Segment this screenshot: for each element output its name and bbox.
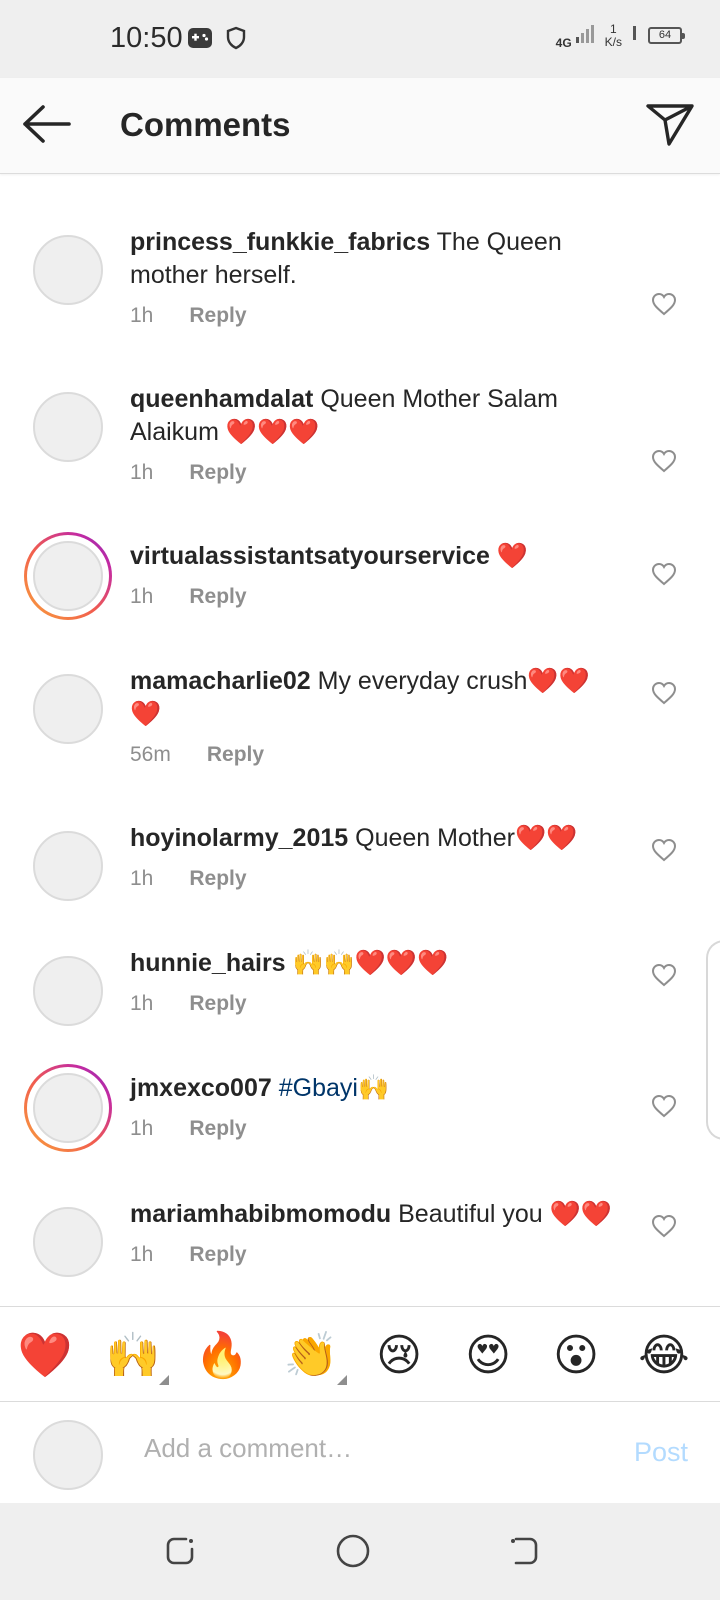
emoji-quick-bar: ❤️ 🙌 🔥 👏 😢 😍 😮 😂: [0, 1306, 720, 1402]
home-circle-icon: [335, 1533, 371, 1574]
comment-text: 🙌: [357, 1074, 390, 1102]
back-nav-icon: [508, 1535, 540, 1572]
emoji-fire[interactable]: 🔥: [192, 1327, 252, 1385]
emoji-raising-hands[interactable]: 🙌: [103, 1327, 169, 1385]
comment-text: Beautiful you ❤️❤️: [398, 1200, 612, 1228]
recents-icon: [164, 1535, 196, 1572]
emoji-laughing[interactable]: 😂: [634, 1327, 694, 1385]
comment-username[interactable]: queenhamdalat: [130, 385, 313, 413]
heart-outline-icon: [651, 838, 677, 867]
heart-outline-icon: [651, 292, 677, 321]
comment-username[interactable]: hoyinolarmy_2015: [130, 824, 348, 852]
signal-icon: [575, 22, 595, 49]
avatar[interactable]: [24, 1198, 112, 1286]
heart-outline-icon: [651, 1094, 677, 1123]
own-avatar: [24, 1411, 112, 1499]
comment-time: 1h: [130, 304, 154, 327]
network-speed: 1 K/s: [604, 21, 622, 49]
game-controller-icon: [187, 26, 213, 55]
avatar[interactable]: [24, 822, 112, 910]
status-bar: 10:50 4G 1 K/s 64: [0, 0, 720, 78]
comment-hashtag[interactable]: #Gbayi: [279, 1074, 358, 1102]
wifi-calling-icon: [632, 24, 638, 47]
network-indicator: 4G: [556, 22, 595, 49]
page-title: Comments: [120, 106, 291, 143]
comment-time: 1h: [130, 867, 154, 890]
like-button[interactable]: [646, 558, 682, 594]
like-button[interactable]: [646, 1090, 682, 1126]
avatar[interactable]: [24, 226, 112, 314]
status-time: 10:50: [110, 22, 183, 54]
home-button[interactable]: [331, 1531, 375, 1575]
avatar[interactable]: [24, 383, 112, 471]
heart-outline-icon: [651, 562, 677, 591]
like-button[interactable]: [646, 445, 682, 481]
emoji-crying[interactable]: 😢: [369, 1327, 429, 1385]
like-button[interactable]: [646, 959, 682, 995]
heart-outline-icon: [651, 963, 677, 992]
skin-tone-indicator-icon: [337, 1375, 347, 1385]
heart-outline-icon: [651, 1214, 677, 1243]
skin-tone-indicator-icon: [159, 1375, 169, 1385]
comment-username[interactable]: mariamhabibmomodu: [130, 1200, 391, 1228]
reply-button[interactable]: Reply: [189, 1117, 246, 1141]
emoji-surprised[interactable]: 😮: [546, 1327, 606, 1385]
shield-icon: [225, 26, 247, 55]
avatar[interactable]: [24, 947, 112, 1035]
avatar-story-ring[interactable]: [24, 1064, 112, 1152]
comment-username[interactable]: virtualassistantsatyourservice: [130, 542, 490, 570]
header: Comments: [0, 78, 720, 174]
comments-list[interactable]: princess_funkkie_fabrics The Queen mothe…: [0, 176, 720, 1306]
avatar[interactable]: [24, 665, 112, 753]
like-button[interactable]: [646, 834, 682, 870]
avatar-story-ring[interactable]: [24, 532, 112, 620]
comment-composer: Post: [0, 1403, 720, 1503]
reply-button[interactable]: Reply: [189, 461, 246, 485]
emoji-heart[interactable]: ❤️: [15, 1327, 75, 1385]
reply-button[interactable]: Reply: [189, 304, 246, 328]
reply-button[interactable]: Reply: [207, 743, 264, 767]
arrow-left-icon: [21, 104, 71, 149]
comment-input[interactable]: [144, 1433, 584, 1464]
emoji-clapping[interactable]: 👏: [281, 1327, 347, 1385]
emoji-heart-eyes[interactable]: 😍: [458, 1327, 518, 1385]
battery-icon: 64: [648, 27, 685, 44]
reply-button[interactable]: Reply: [189, 992, 246, 1016]
comment-username[interactable]: hunnie_hairs: [130, 949, 286, 977]
comment-time: 1h: [130, 1243, 154, 1266]
reply-button[interactable]: Reply: [189, 585, 246, 609]
share-button[interactable]: [644, 100, 696, 152]
comment-time: 1h: [130, 461, 154, 484]
comment-time: 1h: [130, 1117, 154, 1140]
like-button[interactable]: [646, 677, 682, 713]
reply-button[interactable]: Reply: [189, 1243, 246, 1267]
system-nav-bar: [0, 1503, 720, 1600]
like-button[interactable]: [646, 288, 682, 324]
post-button[interactable]: Post: [634, 1437, 688, 1468]
back-nav-button[interactable]: [502, 1531, 546, 1575]
network-type: 4G: [555, 36, 572, 50]
back-button[interactable]: [18, 102, 74, 150]
reply-button[interactable]: Reply: [189, 867, 246, 891]
comment-time: 1h: [130, 585, 154, 608]
comment-username[interactable]: princess_funkkie_fabrics: [130, 228, 430, 256]
comment-username[interactable]: jmxexco007: [130, 1074, 272, 1102]
comment-text: ❤️: [496, 542, 529, 570]
like-button[interactable]: [646, 1210, 682, 1246]
heart-outline-icon: [651, 681, 677, 710]
comment-time: 56m: [130, 743, 171, 766]
comment-text: 🙌🙌❤️❤️❤️: [292, 949, 449, 977]
paper-plane-icon: [645, 102, 695, 151]
recents-button[interactable]: [158, 1531, 202, 1575]
comment-username[interactable]: mamacharlie02: [130, 667, 311, 695]
edge-panel-handle[interactable]: [706, 940, 720, 1140]
comment-time: 1h: [130, 992, 154, 1015]
comment-text: Queen Mother❤️❤️: [355, 824, 578, 852]
heart-outline-icon: [651, 449, 677, 478]
